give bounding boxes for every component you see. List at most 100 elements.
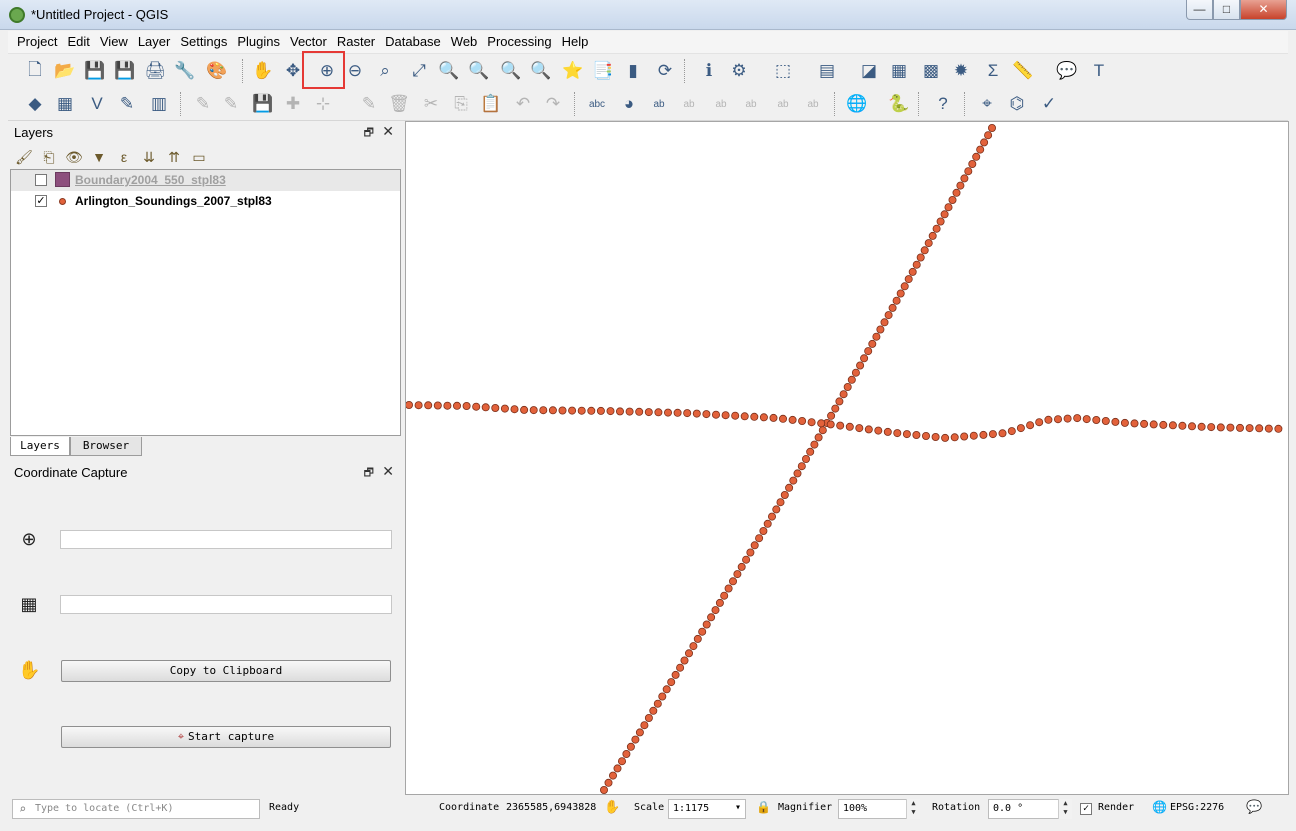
new-shapefile-icon[interactable]: ✎ [114, 91, 140, 117]
close-panel-icon[interactable]: ✕ [382, 463, 394, 480]
menu-web[interactable]: Web [451, 31, 478, 49]
track-mouse-icon[interactable]: ✋ [18, 659, 40, 681]
coordinate-capture-icon[interactable]: ⌖ [974, 91, 1000, 117]
maximize-button[interactable]: □ [1213, 0, 1240, 20]
pan-icon[interactable]: ✋ [250, 58, 276, 84]
identify-icon[interactable]: ℹ [696, 58, 722, 84]
toolbox-icon[interactable]: ✹ [948, 58, 974, 84]
attribute-table-icon[interactable]: ▦ [886, 58, 912, 84]
redo-icon[interactable]: ↷ [540, 91, 566, 117]
render-checkbox[interactable]: ✓ [1080, 803, 1092, 815]
pan-to-selection-icon[interactable]: ✥ [280, 58, 306, 84]
remove-layer-icon[interactable]: ▭ [189, 147, 209, 167]
manage-visibility-icon[interactable]: 👁 [64, 147, 84, 167]
show-hide-labels-icon[interactable]: ab [708, 91, 734, 117]
menu-layer[interactable]: Layer [138, 31, 171, 49]
save-as-icon[interactable]: 💾 [112, 58, 138, 84]
layer-row[interactable]: ✓ Arlington_Soundings_2007_stpl83 [11, 191, 400, 212]
crs-value[interactable]: EPSG:2276 [1170, 802, 1224, 813]
undo-icon[interactable]: ↶ [510, 91, 536, 117]
topology-checker-icon[interactable]: ✓ [1036, 91, 1062, 117]
menu-database[interactable]: Database [385, 31, 441, 49]
collapse-all-icon[interactable]: ⇈ [164, 147, 184, 167]
menu-settings[interactable]: Settings [180, 31, 227, 49]
open-project-icon[interactable]: 📂 [52, 58, 78, 84]
current-edits-icon[interactable]: ✎ [190, 91, 216, 117]
gps-icon[interactable]: 🌐 [844, 91, 870, 117]
add-raster-layer-icon[interactable]: ▦ [52, 91, 78, 117]
grid-icon[interactable]: ▦ [18, 593, 40, 615]
highlight-pinned-labels-icon[interactable]: ab [676, 91, 702, 117]
zoom-selection-icon[interactable]: 🔍 [436, 58, 462, 84]
pin-labels-icon[interactable]: ab [646, 91, 672, 117]
start-capture-button[interactable]: ⌖ Start capture [61, 726, 391, 748]
action-icon[interactable]: ⚙ [726, 58, 752, 84]
save-project-icon[interactable]: 💾 [82, 58, 108, 84]
map-coordinate-field[interactable] [60, 595, 392, 614]
tab-layers[interactable]: Layers [10, 437, 70, 456]
save-edits-icon[interactable]: 💾 [250, 91, 276, 117]
rotate-label-icon[interactable]: ab [770, 91, 796, 117]
crs-target-icon[interactable]: ⊕ [18, 528, 40, 550]
lock-icon[interactable]: 🔒 [756, 800, 771, 814]
style-manager-icon[interactable]: 🎨 [204, 58, 230, 84]
zoom-layer-icon[interactable]: 🔍 [466, 58, 492, 84]
menu-help[interactable]: Help [562, 31, 589, 49]
filter-expression-icon[interactable]: ε [114, 147, 134, 167]
add-feature-icon[interactable]: ✚ [280, 91, 306, 117]
composer-manager-icon[interactable]: 🔧 [172, 58, 198, 84]
rotation-spin-buttons[interactable]: ▲ ▼ [1058, 799, 1072, 819]
crs-globe-icon[interactable]: 🌐 [1152, 800, 1167, 814]
float-panel-icon[interactable]: 🗗 [364, 464, 374, 483]
field-calculator-icon[interactable]: ▩ [918, 58, 944, 84]
print-composer-icon[interactable]: 🖨 [142, 58, 168, 84]
menu-raster[interactable]: Raster [337, 31, 375, 49]
close-panel-icon[interactable]: ✕ [382, 123, 394, 140]
map-canvas[interactable] [405, 121, 1289, 795]
label-icon[interactable]: abc [584, 91, 610, 117]
change-label-icon[interactable]: ab [800, 91, 826, 117]
select-by-value-icon[interactable]: ▤ [814, 58, 840, 84]
add-group-icon[interactable]: ⎗ [39, 147, 59, 167]
refresh-icon[interactable]: ⟳ [652, 58, 678, 84]
filter-legend-icon[interactable]: ▼ [89, 147, 109, 167]
layer-visibility-checkbox[interactable]: ✓ [35, 195, 47, 207]
add-delimited-text-icon[interactable]: V [84, 91, 110, 117]
open-styling-icon[interactable]: 🖌 [14, 147, 34, 167]
scale-combobox[interactable]: 1:1175 ▾ [668, 799, 746, 819]
cut-features-icon[interactable]: ✂ [418, 91, 444, 117]
coordinate-value[interactable]: 2365585,6943828 [506, 802, 596, 813]
python-console-icon[interactable]: 🐍 [886, 91, 912, 117]
delete-selected-icon[interactable]: 🗑 [386, 91, 412, 117]
paste-features-icon[interactable]: 📋 [478, 91, 504, 117]
zoom-in-icon[interactable]: ⊕ [314, 58, 340, 84]
menu-plugins[interactable]: Plugins [237, 31, 280, 49]
float-panel-icon[interactable]: 🗗 [364, 124, 374, 143]
copy-to-clipboard-button[interactable]: Copy to Clipboard [61, 660, 391, 682]
layer-row[interactable]: Boundary2004_550_stpl83 [11, 170, 400, 191]
layer-tree[interactable]: Boundary2004_550_stpl83 ✓ Arlington_Soundi… [10, 169, 401, 436]
node-tool-icon[interactable]: ⊹ [310, 91, 336, 117]
toggle-extents-icon[interactable]: ✋ [604, 800, 620, 815]
toggle-editing-icon[interactable]: ✎ [218, 91, 244, 117]
magnifier-spin-buttons[interactable]: ▲ ▼ [906, 799, 920, 819]
menu-vector[interactable]: Vector [290, 31, 327, 49]
new-bookmark-icon[interactable]: ⭐ [560, 58, 586, 84]
copy-features-icon[interactable]: ⎘ [448, 91, 474, 117]
statistics-icon[interactable]: Σ [980, 58, 1006, 84]
measure-icon[interactable]: 📏 [1010, 58, 1036, 84]
zoom-full-icon[interactable]: ⤢ [406, 58, 432, 84]
decorations-icon[interactable]: ▮ [620, 58, 646, 84]
deselect-icon[interactable]: ◪ [856, 58, 882, 84]
move-label-icon[interactable]: ab [738, 91, 764, 117]
menu-edit[interactable]: Edit [67, 31, 89, 49]
messages-icon[interactable]: 💬 [1246, 800, 1262, 815]
add-vector-layer-icon[interactable]: ◆ [22, 91, 48, 117]
minimize-button[interactable]: — [1186, 0, 1213, 20]
expand-all-icon[interactable]: ⇊ [139, 147, 159, 167]
new-project-icon[interactable]: 🗋 [22, 58, 48, 84]
text-annotation-icon[interactable]: T [1086, 58, 1112, 84]
help-icon[interactable]: ? [930, 91, 956, 117]
crs-coordinate-field[interactable] [60, 530, 392, 549]
menu-processing[interactable]: Processing [487, 31, 551, 49]
